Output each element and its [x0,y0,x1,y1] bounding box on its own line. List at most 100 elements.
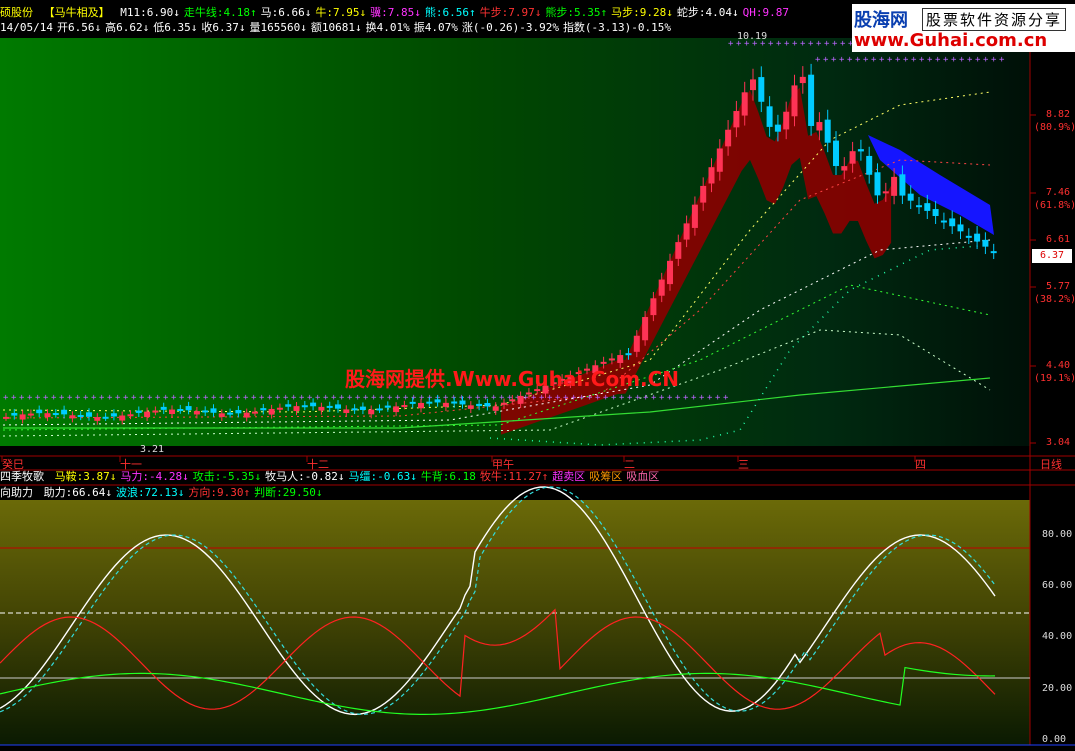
svg-text:+: + [51,393,57,403]
svg-text:+: + [3,393,9,403]
svg-text:+: + [611,393,617,403]
svg-text:+: + [863,55,869,65]
svg-text:+: + [603,393,609,403]
price-tick-label: 5.77 [1046,281,1071,292]
svg-text:+: + [531,393,537,403]
svg-text:+: + [27,393,33,403]
svg-text:+: + [563,393,569,403]
svg-text:+: + [299,393,305,403]
svg-text:+: + [107,393,113,403]
svg-text:+: + [768,39,774,49]
osc-tick-label: 40.00 [1042,631,1073,642]
indicator2-name[interactable]: 向助力 [0,486,33,499]
header-item: 马步:9.28↓ [611,6,673,19]
indicator2-item: 判断:29.50↓ [254,486,323,499]
svg-text:+: + [728,39,734,49]
svg-text:+: + [643,393,649,403]
svg-text:+: + [419,393,425,403]
indicator1-item: 攻击:-5.35↓ [192,470,262,483]
svg-text:+: + [179,393,185,403]
formula-name[interactable]: 【马牛相及】 [44,6,110,19]
price-tick-pct: (61.8%) [1034,200,1075,211]
svg-text:+: + [847,55,853,65]
svg-text:+: + [959,55,965,65]
svg-text:+: + [251,393,257,403]
svg-text:+: + [999,55,1005,65]
indicator2-header: 向助力 助力:66.64↓ 波浪:72.13↓ 方向:9.30↑ 判断:29.50↓ [0,486,330,500]
logo-title: 股海网 [854,10,908,31]
svg-text:+: + [919,55,925,65]
indicator1-name[interactable]: 四季牧歌 [0,470,44,483]
indicator2-item: 方向:9.30↑ [188,486,251,499]
svg-text:+: + [483,393,489,403]
svg-text:+: + [427,393,433,403]
svg-text:+: + [839,55,845,65]
svg-text:+: + [903,55,909,65]
svg-text:+: + [823,55,829,65]
svg-text:+: + [243,393,249,403]
svg-text:+: + [571,393,577,403]
svg-text:+: + [619,393,625,403]
header-item: 牛:7.95↓ [315,6,367,19]
formula-header: 硕股份 【马牛相及】 M11:6.90↓ 走牛线:4.18↑ 马:6.66↓ 牛:7.… [0,6,797,20]
svg-text:+: + [683,393,689,403]
svg-text:+: + [75,393,81,403]
price-tick-label: 7.46 [1046,187,1071,198]
svg-text:+: + [59,393,65,403]
header-item: 骥:7.85↓ [370,6,421,19]
svg-text:+: + [691,393,697,403]
logo-tagline: 股票软件资源分享 [922,8,1067,31]
svg-text:+: + [35,393,41,403]
svg-text:+: + [395,393,401,403]
svg-text:+: + [808,39,814,49]
svg-text:+: + [83,393,89,403]
svg-text:+: + [259,393,265,403]
svg-text:+: + [983,55,989,65]
indicator2-item: 波浪:72.13↓ [115,486,185,499]
svg-text:+: + [163,393,169,403]
quote-item: 收6.37↓ [201,21,246,34]
svg-text:+: + [699,393,705,403]
svg-text:+: + [840,39,846,49]
svg-text:+: + [123,393,129,403]
svg-text:+: + [219,393,225,403]
header-item: 蛇步:4.04↓ [676,6,739,19]
quote-item: 量165560↓ [249,21,307,34]
svg-text:+: + [379,393,385,403]
svg-text:+: + [203,393,209,403]
svg-text:+: + [635,393,641,403]
indicator2-item: 助力:66.64↓ [43,486,112,499]
price-tick-label: 4.40 [1046,360,1071,371]
quote-item: 指数(-3.13)-0.15% [562,21,672,34]
svg-text:+: + [555,393,561,403]
header-item: 熊:6.56↑ [424,6,476,19]
svg-text:+: + [659,393,665,403]
svg-text:+: + [235,393,241,403]
indicator1-item: 马力:-4.28↓ [120,470,189,483]
price-tick-pct: (19.1%) [1034,373,1075,384]
logo-url: www.Guhai.com.cn [854,30,1048,51]
svg-text:+: + [411,393,417,403]
indicator1-item: 超卖区 [552,470,586,483]
svg-text:+: + [675,393,681,403]
svg-text:+: + [824,39,830,49]
period-label[interactable]: 日线 [1040,456,1062,472]
svg-text:+: + [784,39,790,49]
svg-text:+: + [943,55,949,65]
svg-text:+: + [651,393,657,403]
svg-text:+: + [11,393,17,403]
osc-tick-label: 60.00 [1042,580,1073,591]
header-item: 熊步:5.35↑ [545,6,608,19]
stock-name[interactable]: 硕股份 [0,6,33,19]
svg-text:+: + [927,55,933,65]
svg-text:+: + [195,393,201,403]
price-tick-label: 3.04 [1046,437,1071,448]
svg-text:+: + [887,55,893,65]
svg-text:+: + [275,393,281,403]
svg-text:+: + [339,393,345,403]
svg-text:+: + [975,55,981,65]
indicator1-header: 四季牧歌 马鞍:3.87↓ 马力:-4.28↓ 攻击:-5.35↓ 牧马人:-0.82… [0,470,667,484]
high-annotation: 10.19 [737,31,768,42]
svg-text:+: + [792,39,798,49]
svg-text:+: + [267,393,273,403]
